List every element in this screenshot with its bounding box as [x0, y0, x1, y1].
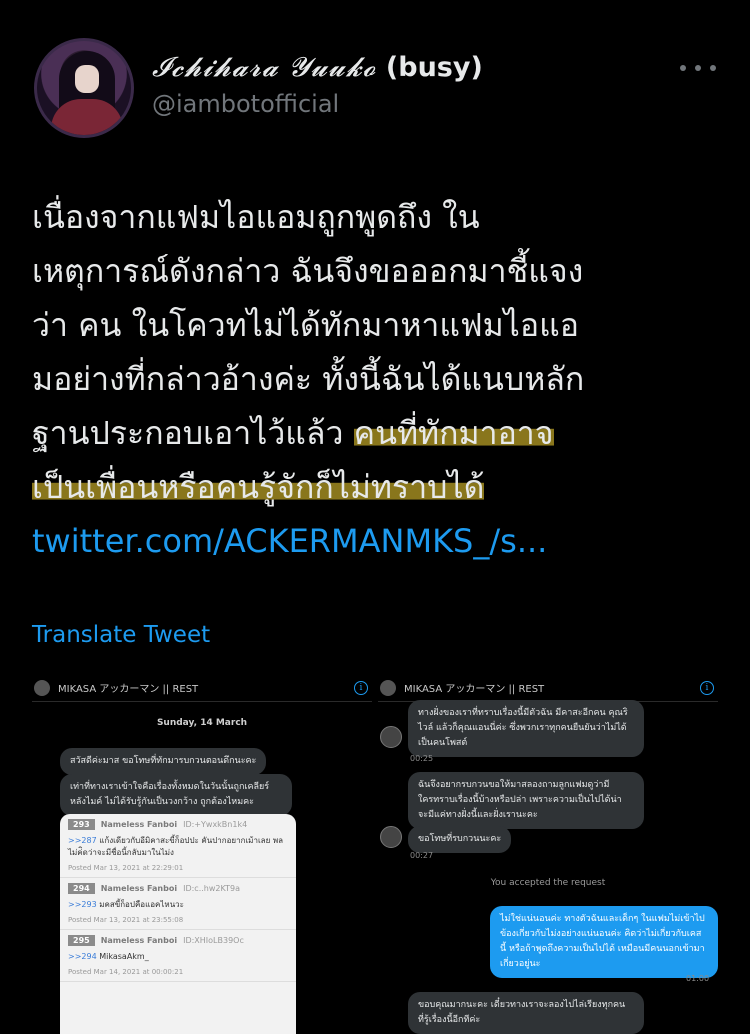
post-timestamp: Posted Mar 13, 2021 at 22:29:01 — [68, 864, 184, 872]
tweet-line: มอย่างที่กล่าวอ้างค่ะ ทั้งนี้ฉันได้แนบหล… — [32, 360, 585, 398]
tweet-line-plain: ฐานประกอบเอาไว้แล้ว — [32, 414, 354, 452]
post-id: ID:+YwxkBn1k4 — [183, 820, 248, 829]
forum-post: 294 Nameless Fanboi ID:c..hw2KT9a >>293 มค… — [60, 878, 296, 930]
tweet-text: เนื่องจากแฟมไอแอมถูกพูดถึง ใน เหตุการณ์ด… — [32, 190, 732, 568]
tweet-link[interactable]: twitter.com/ACKERMANMKS_/s... — [32, 514, 732, 568]
post-timestamp: Posted Mar 13, 2021 at 23:55:08 — [68, 916, 184, 924]
message-text: นี้ หรือถ้าพูดถึงความเป็นไปได้ เหมือนมีค… — [500, 944, 705, 954]
request-accepted-notice: You accepted the request — [490, 878, 606, 888]
highlighted-text: คนที่ทักมาอาจ — [353, 414, 554, 452]
info-icon: i — [354, 681, 368, 695]
message-text: ขอบคุณมากนะคะ เดี๋ยวทางเราจะลองไปไล่เรีย… — [418, 1000, 626, 1010]
message-text: จะมีแค่ทางฝั่งนี้และฝั่งเรานะคะ — [418, 810, 538, 820]
post-id: ID:XHIoLB39Oc — [183, 936, 244, 945]
message-bubble: ขอโทษที่รบกวนนะคะ — [408, 826, 512, 853]
date-separator: Sunday, 14 March — [156, 718, 248, 728]
message-text: หลังไมค์ ไม่ได้รับรู้กันเป็นวงกว้าง ถูกต… — [70, 797, 254, 807]
dot — [695, 65, 701, 71]
message-text: เกี่ยวอยู่นะ — [500, 959, 541, 969]
message-text: เป็นคนโพสต์ — [418, 738, 468, 748]
message-text: ที่รู้เรื่องนี้อีกทีค่ะ — [418, 1015, 481, 1025]
chat-header: MIKASA アッカーマン || REST i — [32, 674, 372, 702]
post-body: >>287 แก้งเดียวกับอีมิคาสะขี้ก็อปปะ คันป… — [68, 835, 288, 859]
sent-message-bubble: ไม่ใช่แน่นอนค่ะ ทางตัวฉันและเด็กๆ ในแฟมไ… — [490, 906, 718, 978]
display-name-fancy: 𝓘𝓬𝓱𝓲𝓱𝓪𝓻𝓪 𝓨𝓾𝓾𝓴𝓸 — [152, 52, 377, 83]
forum-post: 293 Nameless Fanboi ID:+YwxkBn1k4 >>287 แก… — [60, 814, 296, 878]
post-id: ID:c..hw2KT9a — [183, 884, 240, 893]
post-reference: >>287 — [68, 836, 97, 845]
info-icon: i — [700, 681, 714, 695]
message-time: 01:00 — [686, 974, 710, 983]
chat-header-avatar — [34, 679, 50, 696]
message-text: ขอโทษที่รบกวนนะคะ — [418, 834, 502, 844]
attached-image-right[interactable]: MIKASA アッカーマン || REST i ทางฝั่งของเราที่… — [378, 674, 718, 1034]
tweet-line: เป็นเพื่อนหรือคนรู้จักก็ไม่ทราบได้ — [32, 460, 732, 514]
message-bubble: ทางฝั่งของเราที่ทราบเรื่องนี้มีตัวฉัน มี… — [408, 700, 644, 757]
highlighted-text: เป็นเพื่อนหรือคนรู้จักก็ไม่ทราบได้ — [32, 468, 485, 506]
translate-tweet-link[interactable]: Translate Tweet — [32, 622, 210, 648]
post-reference: >>293 — [68, 900, 97, 909]
tweet-line: เหตุการณ์ดังกล่าว ฉันจึงขอออกมาชี้แจง — [32, 252, 584, 290]
author-avatar[interactable] — [34, 38, 134, 138]
avatar-face — [75, 65, 99, 93]
message-text: ทางฝั่งของเราที่ทราบเรื่องนี้มีตัวฉัน มี… — [418, 708, 628, 718]
sender-avatar — [380, 826, 402, 848]
chat-header-avatar — [380, 679, 396, 696]
post-number: 294 — [68, 883, 95, 894]
message-bubble: ขอบคุณมากนะคะ เดี๋ยวทางเราจะลองไปไล่เรีย… — [408, 992, 644, 1034]
post-author: Nameless Fanboi — [100, 820, 178, 829]
post-text: แก้งเดียวกับอีมิคาสะขี้ก็อปปะ คันปากอยาก… — [68, 836, 283, 857]
post-timestamp: Posted Mar 14, 2021 at 00:00:21 — [68, 968, 184, 976]
chat-header-title: MIKASA アッカーマン || REST — [58, 684, 199, 695]
message-bubble: เท่าที่ทางเราเข้าใจคือเรื่องทั้งหมดในวัน… — [60, 774, 292, 816]
tweet-line: ว่า คน ในโควทไม่ได้ทักมาหาแฟมไอแอ — [32, 306, 579, 344]
post-body: >>294 MikasaAkm_ — [68, 951, 288, 963]
message-bubble: สวัสดีค่ะมาส ขอโทษที่ทักมารบกวนตอนดึกนะค… — [60, 748, 267, 775]
author-display-name[interactable]: 𝓘𝓬𝓱𝓲𝓱𝓪𝓻𝓪 𝓨𝓾𝓾𝓴𝓸 (busy) — [152, 52, 483, 84]
dot — [680, 65, 686, 71]
attached-image-left[interactable]: MIKASA アッカーマン || REST i Sunday, 14 March… — [32, 674, 372, 1034]
message-text: ใครทราบเรื่องนี้บ้างหรือปล่า เพราะความเป… — [418, 795, 622, 805]
post-author: Nameless Fanboi — [100, 884, 178, 893]
post-number: 295 — [68, 935, 95, 946]
forum-post: 295 Nameless Fanboi ID:XHIoLB39Oc >>294 Mi… — [60, 930, 296, 982]
message-text: สวัสดีค่ะมาส ขอโทษที่ทักมารบกวนตอนดึกนะค… — [70, 756, 257, 766]
message-text: ไวล์ แล้วก็คุณแอนนี่ค่ะ ซึ่งพวกเราทุกคนย… — [418, 723, 627, 733]
message-time: 00:25 — [410, 754, 434, 763]
dot — [710, 65, 716, 71]
post-number: 293 — [68, 819, 95, 830]
post-text: มคสขี้ก็อปคือแอคไหนวะ — [99, 900, 184, 909]
message-text: ฉันจึงอยากรบกวนขอให้มาสลองถามลูกแฟมดูว่า… — [418, 780, 610, 790]
message-time: 00:27 — [410, 851, 434, 860]
sender-avatar — [380, 726, 402, 748]
message-text: เท่าที่ทางเราเข้าใจคือเรื่องทั้งหมดในวัน… — [70, 782, 270, 792]
post-reference: >>294 — [68, 952, 97, 961]
message-text: ไม่ใช่แน่นอนค่ะ ทางตัวฉันและเด็กๆ ในแฟมไ… — [500, 914, 705, 924]
chat-header: MIKASA アッカーマン || REST i — [378, 674, 718, 702]
display-name-suffix: (busy) — [385, 52, 483, 83]
message-bubble: ฉันจึงอยากรบกวนขอให้มาสลองถามลูกแฟมดูว่า… — [408, 772, 644, 829]
author-handle[interactable]: @iambotofficial — [152, 90, 339, 118]
tweet-line: ฐานประกอบเอาไว้แล้ว คนที่ทักมาอาจ — [32, 406, 732, 460]
post-text: MikasaAkm_ — [99, 952, 149, 961]
chat-header-title: MIKASA アッカーマン || REST — [404, 684, 545, 695]
post-author: Nameless Fanboi — [100, 936, 178, 945]
message-text: ข้องเกี่ยวกับไม่งอย่างแน่นอนค่ะ คิดว่าไม… — [500, 929, 702, 939]
forum-post-card: 293 Nameless Fanboi ID:+YwxkBn1k4 >>287 แก… — [60, 814, 296, 1034]
post-body: >>293 มคสขี้ก็อปคือแอคไหนวะ — [68, 899, 288, 911]
more-options-icon[interactable] — [680, 58, 716, 78]
tweet-line: เนื่องจากแฟมไอแอมถูกพูดถึง ใน — [32, 198, 480, 236]
